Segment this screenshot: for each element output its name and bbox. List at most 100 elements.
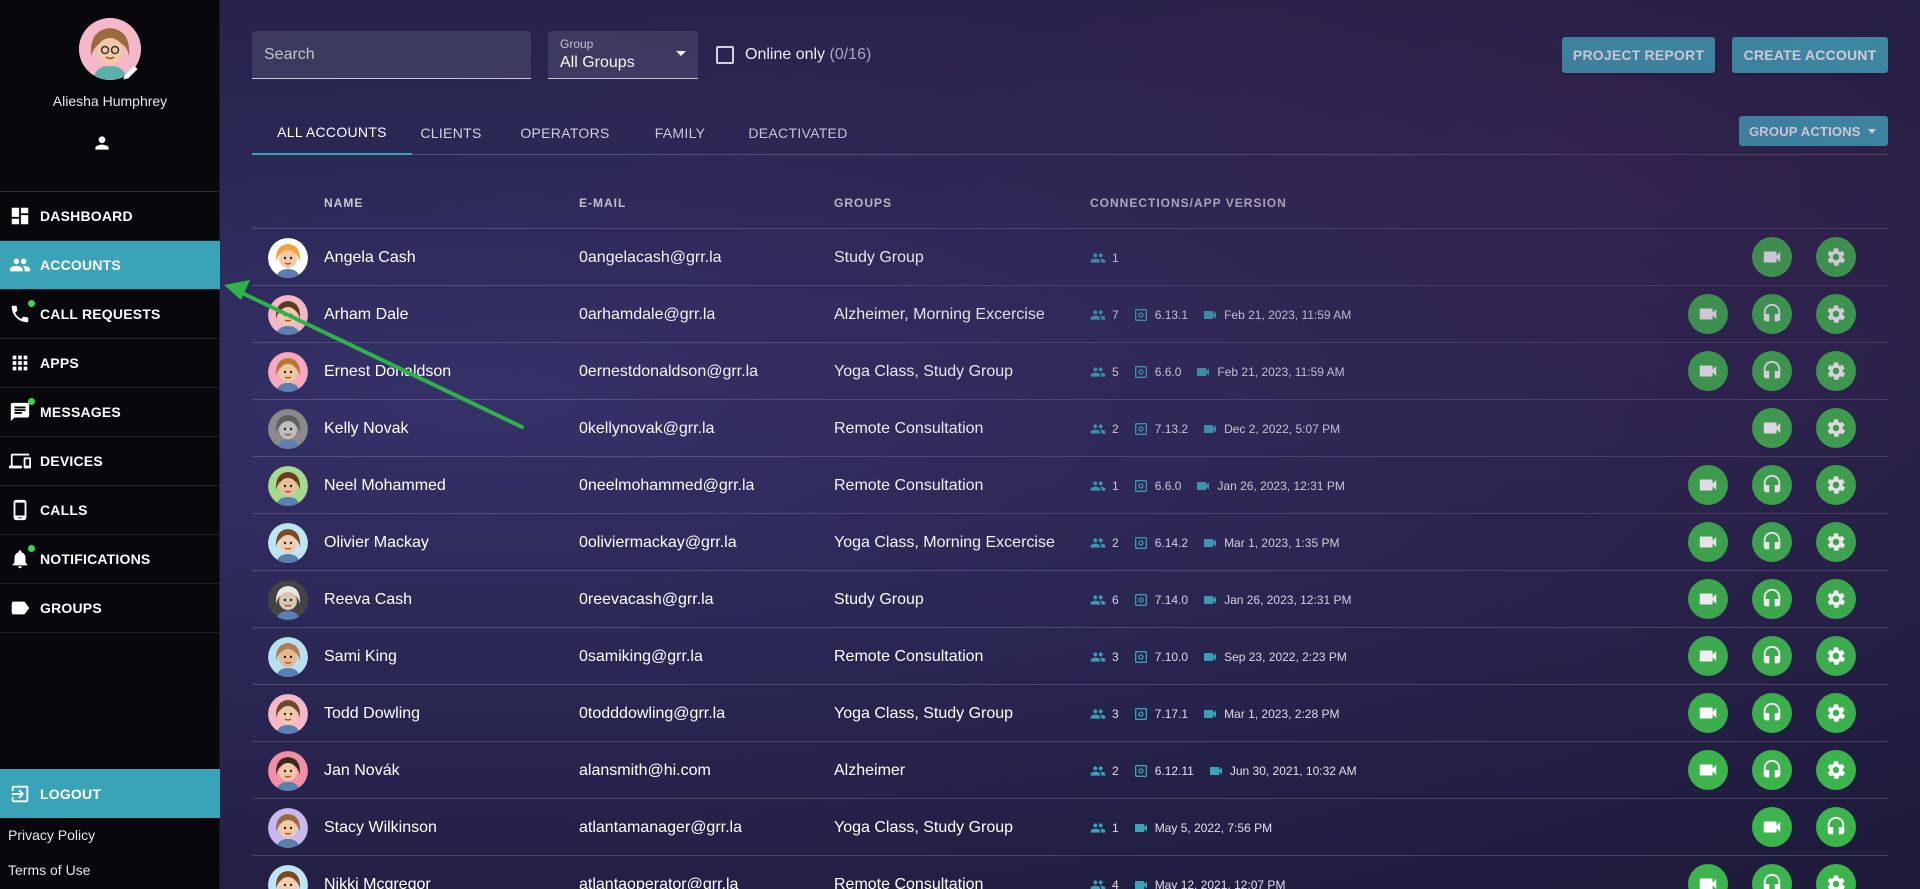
video-call-button[interactable] xyxy=(1688,522,1728,562)
settings-button[interactable] xyxy=(1816,693,1856,733)
project-report-button[interactable]: PROJECT REPORT xyxy=(1562,37,1715,73)
settings-button[interactable] xyxy=(1816,408,1856,448)
table-row[interactable]: Reeva Cash 0reevacash@grr.la Study Group 6 7… xyxy=(252,570,1888,627)
group-select[interactable]: Group All Groups xyxy=(548,31,698,79)
sidebar-item-notifications[interactable]: NOTIFICATIONS xyxy=(0,535,220,584)
audio-call-button[interactable] xyxy=(1752,864,1792,889)
tab-deactivated[interactable]: DEACTIVATED xyxy=(730,110,866,155)
video-call-button[interactable] xyxy=(1688,294,1728,334)
column-header-groups[interactable]: GROUPS xyxy=(834,196,892,210)
sidebar-item-apps[interactable]: APPS xyxy=(0,339,220,388)
account-name[interactable]: Stacy Wilkinson xyxy=(324,819,437,837)
settings-button[interactable] xyxy=(1816,294,1856,334)
audio-call-button[interactable] xyxy=(1752,750,1792,790)
avatar[interactable] xyxy=(268,352,308,392)
tab-family[interactable]: FAMILY xyxy=(640,110,720,155)
account-name[interactable]: Angela Cash xyxy=(324,249,416,267)
table-row[interactable]: Olivier Mackay 0oliviermackay@grr.la Yoga … xyxy=(252,513,1888,570)
avatar[interactable] xyxy=(268,466,308,506)
sidebar-item-groups[interactable]: GROUPS xyxy=(0,584,220,633)
tab-operators[interactable]: OPERATORS xyxy=(500,110,630,155)
sidebar-item-messages[interactable]: MESSAGES xyxy=(0,388,220,437)
table-row[interactable]: Kelly Novak 0kellynovak@grr.la Remote Cons… xyxy=(252,399,1888,456)
tab-all-accounts[interactable]: ALL ACCOUNTS xyxy=(252,110,412,155)
account-name[interactable]: Kelly Novak xyxy=(324,420,408,438)
search-input[interactable] xyxy=(252,31,531,78)
video-call-button[interactable] xyxy=(1688,693,1728,733)
search-field[interactable] xyxy=(252,31,531,79)
table-row[interactable]: Angela Cash 0angelacash@grr.la Study Group… xyxy=(252,228,1888,285)
avatar[interactable] xyxy=(268,580,308,620)
account-name[interactable]: Jan Novák xyxy=(324,762,400,780)
settings-button[interactable] xyxy=(1816,579,1856,619)
avatar[interactable] xyxy=(268,865,308,889)
avatar[interactable] xyxy=(268,694,308,734)
table-row[interactable]: Todd Dowling 0todddowling@grr.la Yoga Clas… xyxy=(252,684,1888,741)
sidebar-item-call-requests[interactable]: CALL REQUESTS xyxy=(0,290,220,339)
audio-call-button[interactable] xyxy=(1752,522,1792,562)
table-row[interactable]: Sami King 0samiking@grr.la Remote Consulta… xyxy=(252,627,1888,684)
video-call-button[interactable] xyxy=(1688,864,1728,889)
video-call-button[interactable] xyxy=(1688,636,1728,676)
terms-of-use-link[interactable]: Terms of Use xyxy=(8,862,90,878)
table-row[interactable]: Neel Mohammed 0neelmohammed@grr.la Remote … xyxy=(252,456,1888,513)
avatar[interactable] xyxy=(268,751,308,791)
avatar[interactable] xyxy=(268,808,308,848)
app-icon xyxy=(1133,592,1155,608)
video-call-button[interactable] xyxy=(1752,807,1792,847)
table-row[interactable]: Stacy Wilkinson atlantamanager@grr.la Yoga… xyxy=(252,798,1888,855)
video-call-button[interactable] xyxy=(1688,750,1728,790)
avatar[interactable] xyxy=(268,238,308,278)
audio-call-button[interactable] xyxy=(1752,636,1792,676)
privacy-policy-link[interactable]: Privacy Policy xyxy=(8,827,95,843)
edit-avatar-icon[interactable] xyxy=(121,62,141,82)
account-name[interactable]: Arham Dale xyxy=(324,306,408,324)
table-row[interactable]: Arham Dale 0arhamdale@grr.la Alzheimer, Mo… xyxy=(252,285,1888,342)
video-call-button[interactable] xyxy=(1688,351,1728,391)
settings-button[interactable] xyxy=(1816,522,1856,562)
table-row[interactable]: Nikki Mcgregor atlantaoperator@grr.la Remo… xyxy=(252,855,1888,889)
account-name[interactable]: Nikki Mcgregor xyxy=(324,876,431,889)
logout-button[interactable]: LOGOUT xyxy=(0,769,220,818)
sidebar-item-dashboard[interactable]: DASHBOARD xyxy=(0,192,220,241)
account-name[interactable]: Todd Dowling xyxy=(324,705,420,723)
account-name[interactable]: Olivier Mackay xyxy=(324,534,429,552)
table-row[interactable]: Jan Novák alansmith@hi.com Alzheimer 2 6.12.… xyxy=(252,741,1888,798)
audio-call-button[interactable] xyxy=(1752,294,1792,334)
account-name[interactable]: Sami King xyxy=(324,648,397,666)
table-row[interactable]: Ernest Donaldson 0ernestdonaldson@grr.la Y… xyxy=(252,342,1888,399)
avatar[interactable] xyxy=(268,637,308,677)
avatar[interactable] xyxy=(268,295,308,335)
column-header-name[interactable]: NAME xyxy=(324,196,363,210)
online-only-checkbox[interactable] xyxy=(716,46,734,64)
audio-call-button[interactable] xyxy=(1752,351,1792,391)
create-account-button[interactable]: CREATE ACCOUNT xyxy=(1732,37,1888,73)
account-name[interactable]: Ernest Donaldson xyxy=(324,363,451,381)
video-call-button[interactable] xyxy=(1688,465,1728,505)
audio-call-button[interactable] xyxy=(1816,807,1856,847)
sidebar-item-accounts[interactable]: ACCOUNTS xyxy=(0,241,220,290)
video-call-button[interactable] xyxy=(1752,237,1792,277)
settings-button[interactable] xyxy=(1816,750,1856,790)
account-name[interactable]: Reeva Cash xyxy=(324,591,412,609)
audio-call-button[interactable] xyxy=(1752,693,1792,733)
settings-button[interactable] xyxy=(1816,864,1856,889)
audio-call-button[interactable] xyxy=(1752,465,1792,505)
settings-button[interactable] xyxy=(1816,636,1856,676)
settings-button[interactable] xyxy=(1816,465,1856,505)
video-call-button[interactable] xyxy=(1688,579,1728,619)
column-header-email[interactable]: E-MAIL xyxy=(579,196,626,210)
user-icon[interactable] xyxy=(92,133,112,153)
sidebar-item-devices[interactable]: DEVICES xyxy=(0,437,220,486)
sidebar-item-calls[interactable]: CALLS xyxy=(0,486,220,535)
group-actions-button[interactable]: GROUP ACTIONS xyxy=(1739,116,1888,146)
audio-call-button[interactable] xyxy=(1752,579,1792,619)
avatar[interactable] xyxy=(268,523,308,563)
account-name[interactable]: Neel Mohammed xyxy=(324,477,446,495)
settings-button[interactable] xyxy=(1816,237,1856,277)
avatar[interactable] xyxy=(268,409,308,449)
online-only-label[interactable]: Online only (0/16) xyxy=(745,46,871,64)
video-call-button[interactable] xyxy=(1752,408,1792,448)
settings-button[interactable] xyxy=(1816,351,1856,391)
tab-clients[interactable]: CLIENTS xyxy=(412,110,490,155)
